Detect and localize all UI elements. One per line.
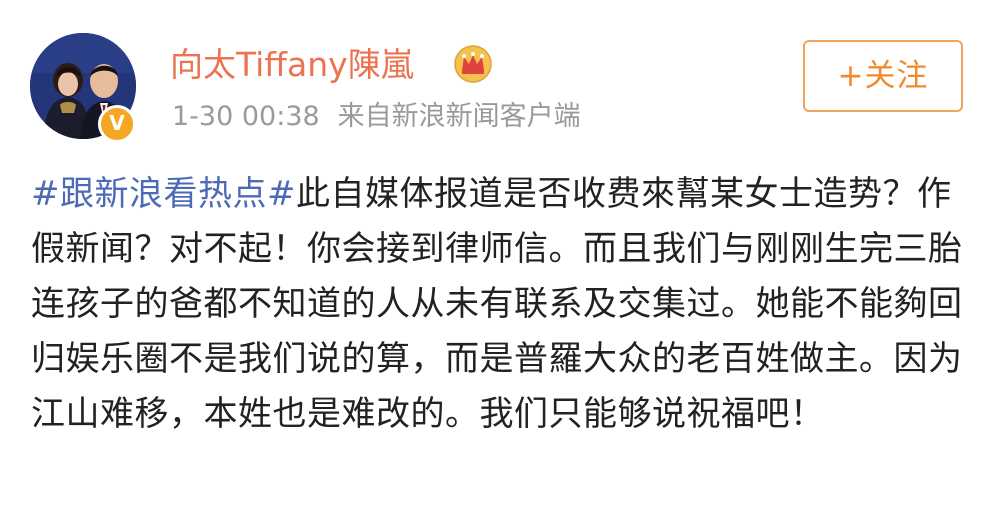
verified-badge-text: V [109, 111, 125, 135]
verified-v-badge-icon: V [98, 105, 136, 143]
weibo-post-card: V 向太Tiffany陳嵐 1-30 00:38 来自新浪新闻客户端 +关注 #跟… [0, 0, 995, 516]
post-content: #跟新浪看热点#此自媒体报道是否收费來幫某女士造势？作假新闻？对不起！你会接到律… [31, 167, 971, 442]
post-source[interactable]: 来自新浪新闻客户端 [338, 101, 581, 132]
post-meta: 1-30 00:38 来自新浪新闻客户端 [172, 100, 581, 134]
follow-button[interactable]: +关注 [803, 40, 963, 112]
follow-button-label: +关注 [837, 57, 929, 94]
post-time[interactable]: 1-30 00:38 [172, 101, 320, 132]
author-name[interactable]: 向太Tiffany陳嵐 [170, 45, 414, 85]
hashtag-link[interactable]: #跟新浪看热点# [31, 174, 296, 214]
crown-vip-icon[interactable] [453, 45, 493, 83]
